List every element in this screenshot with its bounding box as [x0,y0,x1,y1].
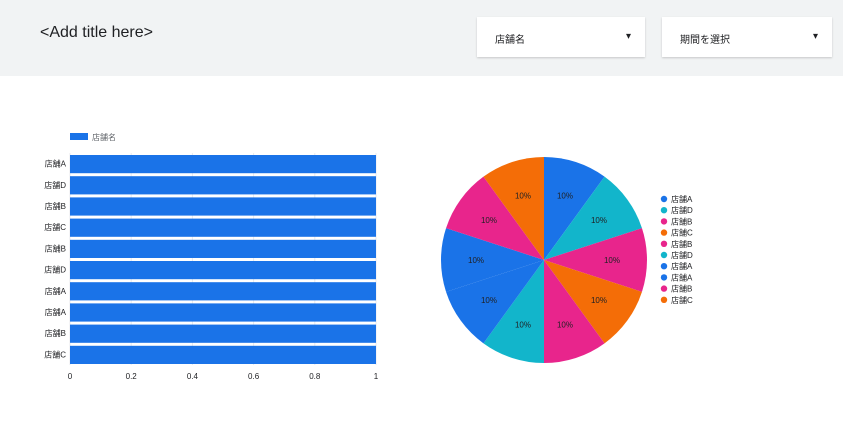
legend-label: 店舗A [671,261,693,271]
pie-slice-label: 10% [557,321,573,330]
category-label: 店舗D [44,180,66,190]
category-label: 店舗A [45,286,67,296]
pie-slice-label: 10% [515,321,531,330]
category-label: 店舗C [44,222,66,232]
legend-marker [660,285,668,292]
x-tick-label: 0 [68,372,73,381]
bar[interactable] [70,155,376,174]
bar[interactable] [70,282,376,301]
pie-slice-label: 10% [481,296,497,305]
bar[interactable] [70,176,376,195]
legend-marker [660,229,668,236]
bar[interactable] [70,303,376,322]
pie-slice-label: 10% [515,191,531,200]
store-filter-dropdown[interactable]: 店舗名 ▾ [477,17,645,57]
category-label: 店舗A [45,307,67,317]
legend-label: 店舗B [671,216,692,226]
pie-slice-label: 10% [481,216,497,225]
category-label: 店舗B [45,243,66,253]
x-tick-label: 0.8 [309,372,321,381]
dropdown-arrow-icon: ▾ [625,31,631,42]
legend-marker [660,218,668,225]
legend-label: 店舗C [671,295,693,305]
pie-slice-label: 10% [591,216,607,225]
legend-marker [660,263,668,270]
category-label: 店舗B [45,201,66,211]
legend-marker [660,296,668,303]
bar[interactable] [70,345,376,364]
period-filter-dropdown[interactable]: 期間を選択 ▾ [662,17,832,57]
category-label: 店舗D [44,265,66,275]
legend-marker [660,274,668,281]
legend-marker [660,251,668,259]
legend-marker [660,195,668,203]
bar[interactable] [70,218,376,237]
legend-swatch [70,133,88,140]
pie-slice-label: 10% [557,191,573,200]
bar-chart[interactable]: 店舗名店舗A 店舗D 店舗B 店舗C 店舗B 店舗D 店舗A 店舗A 店舗B 店舗C 0 0.2 0.4… [0,120,400,390]
report-title[interactable]: <Add title here> [40,24,153,42]
dropdown-arrow-icon: ▾ [812,31,818,42]
bar[interactable] [70,261,376,280]
pie-slice-label: 10% [591,296,607,305]
pie-slice-label: 10% [468,256,484,265]
legend-label: 店舗名 [92,132,116,142]
legend-label: 店舗D [671,250,693,260]
category-label: 店舗A [45,159,67,169]
x-tick-label: 0.6 [248,372,260,381]
period-filter-label: 期間を選択 [680,35,730,46]
x-tick-label: 1 [374,372,379,381]
category-label: 店舗C [44,349,66,359]
legend-label: 店舗D [671,205,693,215]
legend-label: 店舗A [671,194,693,204]
legend-label: 店舗B [671,239,692,249]
x-tick-label: 0.4 [187,372,199,381]
x-tick-label: 0.2 [126,372,138,381]
store-filter-label: 店舗名 [495,35,525,46]
legend-marker [660,240,668,247]
bar[interactable] [70,197,376,216]
legend-marker [660,207,668,214]
legend-label: 店舗B [671,284,692,294]
bar[interactable] [70,239,376,258]
pie-slice-label: 10% [604,256,620,265]
legend-label: 店舗C [671,228,693,238]
report-header: <Add title here> 店舗名 ▾ 期間を選択 ▾ [0,0,843,76]
bar[interactable] [70,324,376,343]
category-label: 店舗B [45,328,66,338]
legend-label: 店舗A [671,272,693,282]
pie-chart[interactable]: 10%10%10%10%10%10%10%10%10%10% 店舗A店舗D店舗B店… [430,140,730,380]
